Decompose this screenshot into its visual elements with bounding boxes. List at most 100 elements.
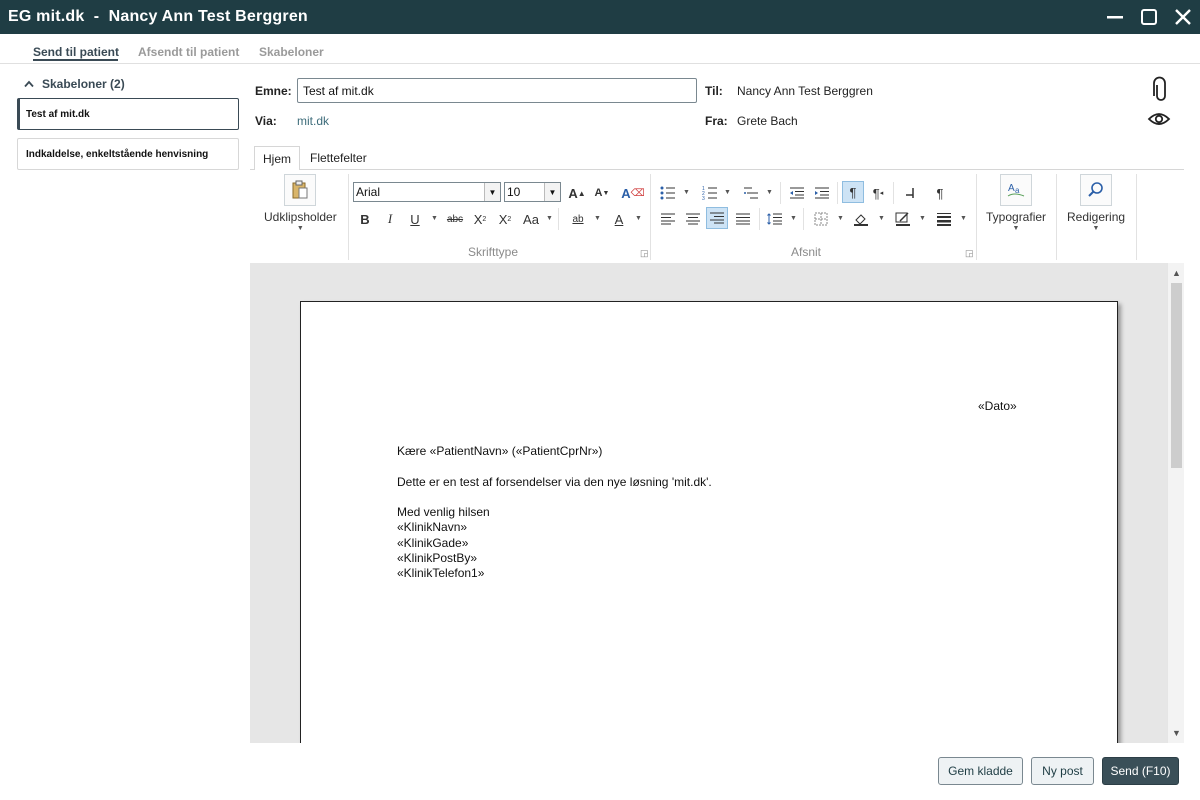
nav-templates[interactable]: Skabeloner xyxy=(259,45,324,59)
scrollbar-thumb[interactable] xyxy=(1171,283,1182,468)
chevron-down-icon: ▼ xyxy=(431,215,438,222)
document-page[interactable]: «Dato» Kære «PatientNavn» («PatientCprNr… xyxy=(300,301,1118,743)
close-icon[interactable] xyxy=(1166,0,1200,34)
subscript-icon[interactable]: X2 xyxy=(469,208,491,230)
show-formatting-marks-icon[interactable]: ¶ xyxy=(929,182,951,204)
line-spacing-icon[interactable] xyxy=(764,208,786,230)
nav-sent-to-patient[interactable]: Afsendt til patient xyxy=(138,45,239,59)
editing-button[interactable]: Redigering ▼ xyxy=(1067,174,1125,232)
border-color-icon[interactable] xyxy=(892,208,914,230)
strikethrough-icon[interactable]: abc xyxy=(444,208,466,230)
styles-label: Typografier xyxy=(986,210,1047,224)
templates-header-label: Skabeloner (2) xyxy=(42,77,125,91)
to-label: Til: xyxy=(705,84,723,98)
multilevel-list-icon[interactable] xyxy=(740,182,762,204)
editor-vertical-scrollbar[interactable]: ▲ ▼ xyxy=(1167,263,1184,743)
tab-home[interactable]: Hjem xyxy=(254,146,301,171)
nav-send-to-patient[interactable]: Send til patient xyxy=(33,45,119,59)
ribbon-separator xyxy=(1056,174,1057,260)
bullet-list-icon[interactable] xyxy=(657,182,679,204)
change-case-icon[interactable]: Aa xyxy=(520,208,542,230)
align-right-icon[interactable] xyxy=(706,207,728,229)
chevron-down-icon: ▼ xyxy=(766,189,773,196)
increase-indent-icon[interactable] xyxy=(811,182,833,204)
date-merge-field: «Dato» xyxy=(978,399,1017,413)
column-break-icon[interactable] xyxy=(899,182,921,204)
font-dialog-launcher-icon[interactable]: ◲ xyxy=(640,248,649,259)
clipboard-label: Udklipsholder xyxy=(264,210,337,224)
bold-icon[interactable]: B xyxy=(354,208,376,230)
ribbon-separator xyxy=(780,182,781,204)
chevron-down-icon: ▼ xyxy=(544,183,560,201)
recipient-name: Nancy Ann Test Berggren xyxy=(737,84,873,98)
align-left-icon[interactable] xyxy=(657,208,679,230)
align-center-icon[interactable] xyxy=(682,208,704,230)
templates-section-header[interactable]: Skabeloner (2) xyxy=(24,77,125,91)
via-label: Via: xyxy=(255,114,277,128)
chevron-down-icon: ▼ xyxy=(594,215,601,222)
clinic-street-field: «KlinikGade» xyxy=(397,536,469,550)
subject-label: Emne: xyxy=(255,84,292,98)
maximize-icon[interactable] xyxy=(1132,0,1166,34)
preview-eye-icon[interactable] xyxy=(1147,109,1171,132)
chevron-down-icon: ▼ xyxy=(919,215,926,222)
ribbon-toolbar: Udklipsholder ▼ Arial ▼ 10 ▼ A ▲ A ▼ A ⌫ B … xyxy=(250,170,1184,262)
minimize-icon[interactable] xyxy=(1098,0,1132,34)
styles-button[interactable]: Aa Typografier ▼ xyxy=(986,174,1046,232)
font-size-value: 10 xyxy=(507,185,521,199)
scroll-up-icon[interactable]: ▲ xyxy=(1168,265,1185,281)
tab-merge-fields[interactable]: Flettefelter xyxy=(302,146,375,170)
borders-icon[interactable] xyxy=(810,208,832,230)
highlight-color-icon[interactable]: ab xyxy=(567,208,589,230)
subject-input[interactable] xyxy=(297,78,697,103)
rtl-paragraph-icon[interactable]: ¶ ◂ xyxy=(867,182,889,204)
ribbon-separator xyxy=(803,208,804,230)
template-item[interactable]: Indkaldelse, enkeltstående henvisning xyxy=(17,138,239,170)
scroll-down-icon[interactable]: ▼ xyxy=(1168,725,1185,741)
styles-icon: Aa xyxy=(1000,174,1033,206)
italic-icon[interactable]: I xyxy=(379,208,401,230)
paperclip-icon[interactable] xyxy=(1148,76,1170,105)
send-button[interactable]: Send (F10) xyxy=(1102,757,1179,785)
ribbon-separator xyxy=(558,208,559,230)
chevron-down-icon: ▼ xyxy=(878,215,885,222)
paragraph-dialog-launcher-icon[interactable]: ◲ xyxy=(965,248,974,259)
new-post-button[interactable]: Ny post xyxy=(1031,757,1094,785)
grow-font-icon[interactable]: A ▲ xyxy=(566,182,588,204)
chevron-down-icon: ▼ xyxy=(484,183,500,201)
closing-line: Med venlig hilsen xyxy=(397,505,490,519)
nav-active-indicator xyxy=(33,59,118,61)
chevron-down-icon: ▼ xyxy=(724,189,731,196)
chevron-down-icon: ▼ xyxy=(1012,225,1020,232)
template-item[interactable]: Test af mit.dk xyxy=(17,98,239,130)
clear-formatting-icon[interactable]: A ⌫ xyxy=(621,182,645,204)
superscript-icon[interactable]: X2 xyxy=(494,208,516,230)
ltr-paragraph-icon[interactable]: ¶ xyxy=(842,181,864,203)
chevron-down-icon: ▼ xyxy=(683,189,690,196)
paragraph-group-label: Afsnit xyxy=(791,245,822,259)
clipboard-button[interactable]: Udklipsholder ▼ xyxy=(264,174,337,232)
chevron-down-icon: ▼ xyxy=(296,225,304,232)
sender-name: Grete Bach xyxy=(737,114,798,128)
decrease-indent-icon[interactable] xyxy=(786,182,808,204)
numbered-list-icon[interactable]: 123 xyxy=(699,182,721,204)
shrink-font-icon[interactable]: A ▼ xyxy=(591,182,613,204)
ribbon-separator xyxy=(759,208,760,230)
from-label: Fra: xyxy=(705,114,728,128)
justify-icon[interactable] xyxy=(732,208,754,230)
save-draft-button[interactable]: Gem kladde xyxy=(938,757,1023,785)
magnifier-icon xyxy=(1080,174,1113,206)
underline-icon[interactable]: U xyxy=(404,208,426,230)
document-editor[interactable]: «Dato» Kære «PatientNavn» («PatientCprNr… xyxy=(250,263,1167,743)
paste-icon xyxy=(284,174,317,206)
ribbon-separator xyxy=(893,182,894,204)
ribbon-separator xyxy=(1136,174,1137,260)
font-name-combo[interactable]: Arial ▼ xyxy=(353,182,501,202)
font-group-label: Skrifttype xyxy=(468,245,519,259)
svg-text:A: A xyxy=(1008,183,1015,194)
border-weight-icon[interactable] xyxy=(933,208,955,230)
shading-icon[interactable] xyxy=(850,208,872,230)
font-size-combo[interactable]: 10 ▼ xyxy=(504,182,561,202)
font-color-icon[interactable]: A xyxy=(608,208,630,230)
body-line: Dette er en test af forsendelser via den… xyxy=(397,475,712,489)
